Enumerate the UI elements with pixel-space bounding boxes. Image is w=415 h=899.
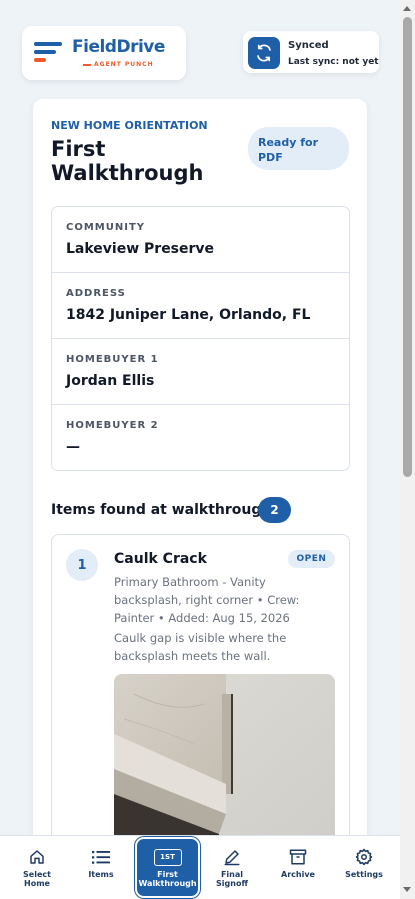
- gear-icon: [355, 848, 373, 866]
- home-icon: [29, 848, 45, 866]
- home-info-box: COMMUNITY Lakeview Preserve ADDRESS 1842…: [51, 206, 350, 471]
- nav-settings[interactable]: Settings: [339, 836, 389, 899]
- info-row-homebuyer-1: HOMEBUYER 1 Jordan Ellis: [52, 339, 349, 405]
- status-badge: Ready for PDF: [248, 127, 349, 170]
- list-icon: [92, 848, 110, 866]
- item-meta: Primary Bathroom - Vanity backsplash, ri…: [114, 575, 300, 625]
- app-root: FieldDrive AGENT PUNCH Synced Last sync:…: [0, 0, 415, 899]
- info-label: HOMEBUYER 1: [66, 354, 159, 365]
- info-value: —: [66, 439, 80, 455]
- info-label: COMMUNITY: [66, 222, 146, 233]
- nav-label: Archive: [281, 870, 315, 879]
- first-badge-icon: 1ST: [153, 848, 182, 866]
- info-value: Jordan Ellis: [66, 373, 155, 389]
- sync-status-title: Synced: [288, 40, 329, 51]
- info-row-homebuyer-2: HOMEBUYER 2 —: [52, 405, 349, 470]
- info-row-address: ADDRESS 1842 Juniper Lane, Orlando, FL: [52, 273, 349, 339]
- nav-select-home[interactable]: Select Home: [12, 836, 62, 899]
- nav-label: Select Home: [23, 870, 51, 888]
- sync-status-detail: Last sync: not yet: [288, 57, 379, 67]
- nav-label: Final Signoff: [216, 870, 248, 888]
- sync-icon[interactable]: [248, 37, 280, 69]
- scroll-down-arrow-icon[interactable]: [403, 887, 411, 892]
- scrollbar[interactable]: [400, 0, 415, 899]
- info-row-community: COMMUNITY Lakeview Preserve: [52, 207, 349, 273]
- walkthrough-card: NEW HOME ORIENTATION First Walkthrough R…: [33, 99, 367, 899]
- page-title: First Walkthrough: [51, 137, 204, 185]
- logo-name: FieldDrive: [72, 37, 165, 57]
- item-number: 1: [66, 549, 98, 581]
- archive-icon: [289, 848, 307, 866]
- info-label: ADDRESS: [66, 288, 126, 299]
- nav-archive[interactable]: Archive: [273, 836, 323, 899]
- nav-label: Items: [88, 870, 114, 879]
- logo-mark-icon: [34, 42, 64, 64]
- item-title: Caulk Crack: [114, 551, 207, 567]
- item-status-badge: OPEN: [288, 550, 335, 568]
- nav-final-signoff[interactable]: Final Signoff: [207, 836, 257, 899]
- bottom-nav: Select Home Items 1ST First Walkthrough: [0, 835, 400, 899]
- section-eyebrow: NEW HOME ORIENTATION: [51, 119, 208, 132]
- info-value: Lakeview Preserve: [66, 241, 215, 257]
- scroll-thumb[interactable]: [403, 17, 412, 477]
- items-heading: Items found at walkthrough: [51, 502, 272, 518]
- nav-items[interactable]: Items: [76, 836, 126, 899]
- pen-icon: [223, 848, 241, 866]
- sync-status-card[interactable]: Synced Last sync: not yet: [243, 31, 379, 73]
- info-value: 1842 Juniper Lane, Orlando, FL: [66, 307, 311, 323]
- nav-label: First Walkthrough: [138, 870, 197, 888]
- items-count-badge: 2: [258, 497, 291, 523]
- item-description: Caulk gap is visible where the backsplas…: [114, 631, 287, 663]
- info-label: HOMEBUYER 2: [66, 420, 159, 431]
- nav-label: Settings: [345, 870, 383, 879]
- nav-first-walkthrough[interactable]: 1ST First Walkthrough: [137, 839, 198, 896]
- brand-logo: FieldDrive AGENT PUNCH: [22, 26, 186, 80]
- scroll-up-arrow-icon[interactable]: [403, 6, 411, 11]
- logo-tagline: AGENT PUNCH: [83, 61, 154, 68]
